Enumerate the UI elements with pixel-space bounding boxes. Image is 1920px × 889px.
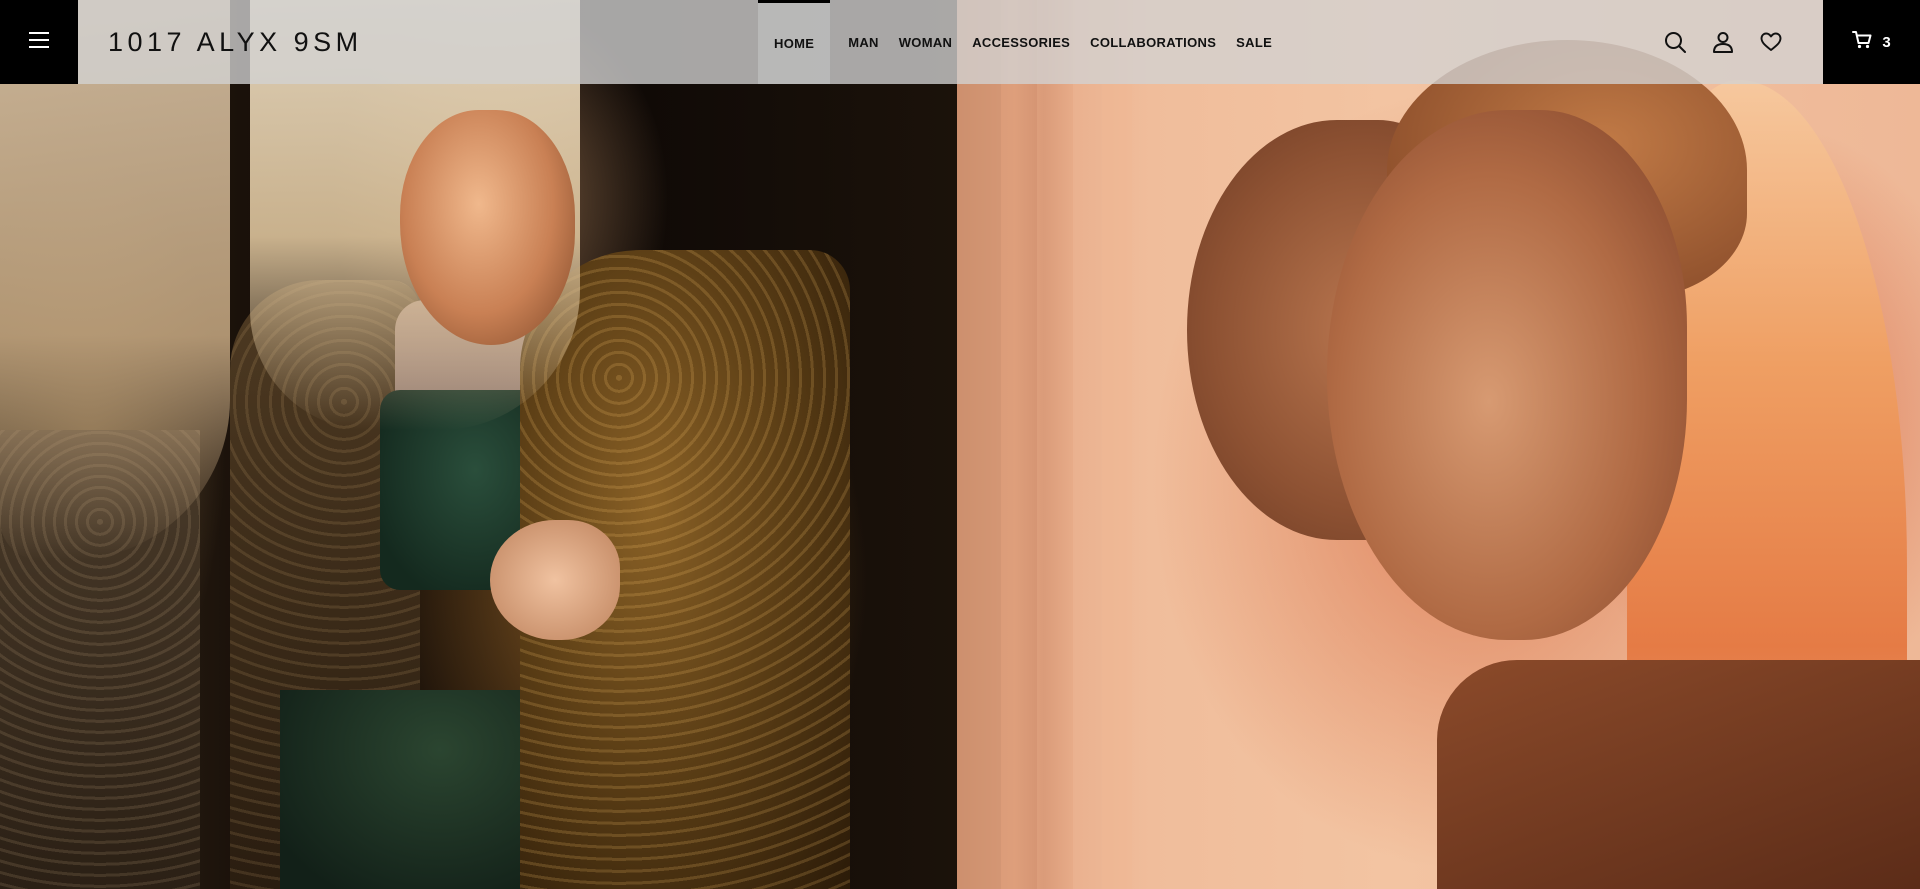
- wishlist-heart-icon[interactable]: [1760, 31, 1782, 53]
- hero-image-right[interactable]: [957, 0, 1920, 889]
- hero-right-stripe: [1102, 0, 1132, 889]
- main-nav: HOME MAN WOMAN ACCESSORIES COLLABORATION…: [758, 0, 1282, 84]
- hamburger-menu-icon: [29, 31, 49, 53]
- hero-right-figure-part: [1327, 110, 1687, 640]
- hero-right-stripe: [1001, 0, 1037, 889]
- hero-left-figure-part: [0, 0, 230, 560]
- nav-item-man[interactable]: MAN: [838, 0, 889, 84]
- cart-icon: [1852, 30, 1872, 54]
- account-icon[interactable]: [1712, 31, 1734, 53]
- search-icon[interactable]: [1664, 31, 1686, 53]
- hero-right-stripe: [957, 0, 1001, 889]
- cart-button[interactable]: 3: [1823, 0, 1920, 84]
- header-actions: [1664, 0, 1782, 84]
- nav-item-collaborations[interactable]: COLLABORATIONS: [1080, 0, 1226, 84]
- page: 1017 ALYX 9SM HOME MAN WOMAN ACCESSORIES…: [0, 0, 1920, 889]
- cart-count-badge: 3: [1882, 33, 1891, 51]
- hero-right-stripe: [1037, 0, 1073, 889]
- hero-right-figure-part: [1437, 660, 1920, 889]
- nav-item-sale[interactable]: SALE: [1226, 0, 1282, 84]
- nav-item-accessories[interactable]: ACCESSORIES: [962, 0, 1080, 84]
- site-header: 1017 ALYX 9SM HOME MAN WOMAN ACCESSORIES…: [0, 0, 1920, 84]
- menu-button[interactable]: [0, 0, 78, 84]
- hero-left-figure-part: [490, 520, 620, 640]
- brand-logo[interactable]: 1017 ALYX 9SM: [108, 0, 363, 84]
- nav-item-woman[interactable]: WOMAN: [889, 0, 963, 84]
- nav-item-home[interactable]: HOME: [758, 0, 831, 84]
- hero-left-figure-part: [400, 110, 575, 345]
- hero-image-left[interactable]: [0, 0, 957, 889]
